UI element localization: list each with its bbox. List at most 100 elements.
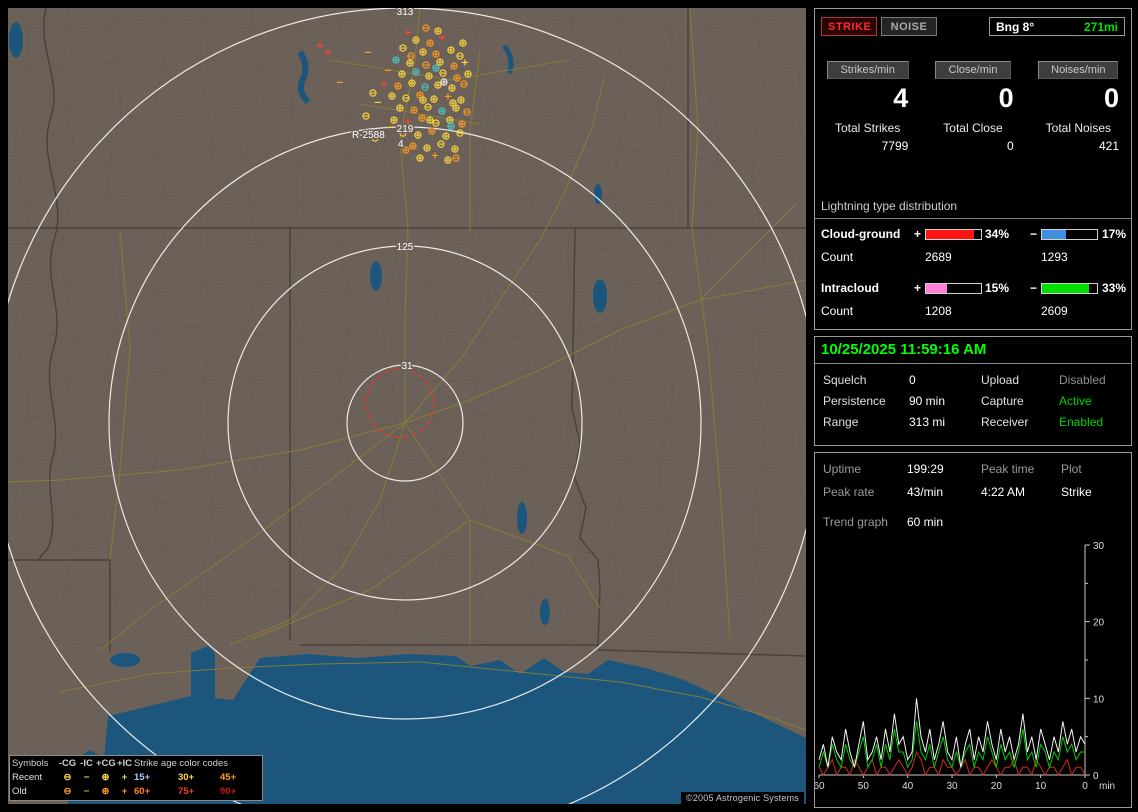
minus-icon: − bbox=[83, 772, 90, 783]
status-row: Squelch 0 Upload Disabled bbox=[815, 373, 1131, 389]
legend-row-recent: Recent bbox=[12, 772, 43, 783]
copyright: ©2005 Astrogenic Systems bbox=[681, 792, 804, 804]
strike-symbol: ⊕ bbox=[458, 37, 467, 50]
range-value: 313 mi bbox=[909, 415, 946, 429]
squelch-value: 0 bbox=[909, 373, 916, 387]
x-tick-label: 10 bbox=[1035, 781, 1047, 792]
strike-symbol: ⊕ bbox=[431, 62, 440, 75]
datetime: 10/25/2025 11:59:16 AM bbox=[821, 341, 987, 358]
map-panel[interactable]: ⊕ ⊕ + ⊖ ⊕ ⊕ ⊕ ⊖ ⊕ ⊕ ⊖ ⊕ ⊕ + − ⊕ ⊕ ⊕ ⊖ ⊕ ⊕ + ⊕ ⊕ ⊖ ⊕ ⊕ ⊖ ⊕ ⊖ ⊕ ⊕ + ⊕ − ⊕ ⊕ ⊖ ⊕ ⊕… bbox=[8, 8, 806, 804]
circle-minus-icon: ⊖ bbox=[63, 786, 72, 797]
strike-indicator[interactable]: STRIKE bbox=[821, 17, 877, 36]
peak-time-value: 4:22 AM bbox=[981, 485, 1026, 499]
strike-symbol: − bbox=[364, 48, 372, 59]
cg-positive-pct: 34% bbox=[985, 227, 1010, 241]
total-strikes-value: 7799 bbox=[881, 139, 909, 153]
counters-section: STRIKE NOISE Bng 8° 271mi Strikes/min 4 … bbox=[814, 8, 1132, 330]
cg-positive-count: 2689 bbox=[925, 250, 952, 264]
count-label: Count bbox=[821, 304, 854, 318]
cg-negative-count: 1293 bbox=[1041, 250, 1068, 264]
map-legend: Symbols -CG -IC +CG +IC Strike age color… bbox=[9, 755, 263, 801]
uptime-value: 199:29 bbox=[907, 462, 944, 476]
strike-symbol: ⊖ bbox=[368, 87, 377, 100]
trend-graph: 302010060 50 40 30 20 10 0 min bbox=[815, 541, 1115, 792]
strike-symbol: ⊖ bbox=[459, 78, 468, 91]
rate-counters: Strikes/min 4 Total Strikes 7799 Close/m… bbox=[815, 61, 1131, 153]
noises-per-min-label: Noises/min bbox=[1038, 61, 1119, 79]
circle-plus-icon: ⊕ bbox=[101, 786, 110, 797]
circle-plus-icon: ⊕ bbox=[101, 772, 110, 783]
intracloud-label: Intracloud bbox=[821, 281, 880, 295]
x-tick-label: 60 bbox=[815, 781, 825, 792]
plot-label: Plot bbox=[1061, 462, 1082, 476]
minus-sign: − bbox=[1030, 227, 1038, 241]
map[interactable]: ⊕ ⊕ +⊖ ⊕ ⊕ ⊕ ⊖⊕ ⊕ ⊖ ⊕ ⊕ +− ⊕ ⊕ ⊕ ⊖ ⊕ ⊕+ ⊕ ⊕ ⊖ ⊕ ⊕ ⊖⊕ ⊖ ⊕ ⊕ + ⊕− ⊕ ⊕ ⊖ ⊕ ⊕… bbox=[8, 8, 806, 804]
y-tick-label: 30 bbox=[1093, 541, 1105, 552]
plus-icon: + bbox=[121, 772, 128, 783]
trend-series-total-strikes bbox=[818, 698, 1086, 768]
strike-symbol: + bbox=[324, 48, 332, 59]
ic-positive-pct: 15% bbox=[985, 281, 1010, 295]
ic-positive-fill bbox=[926, 284, 948, 293]
station-label: R-2588 bbox=[352, 130, 385, 141]
total-close-value: 0 bbox=[1006, 139, 1014, 153]
distance-value: 271mi bbox=[1083, 19, 1118, 34]
peak-time-label: Peak time bbox=[981, 462, 1035, 476]
strike-symbol: + bbox=[316, 41, 324, 52]
age-90: 90+ bbox=[220, 786, 237, 797]
count-label: Count bbox=[821, 250, 854, 264]
strike-symbol: ⊕ bbox=[439, 76, 448, 89]
x-tick-label: min bbox=[1099, 781, 1115, 792]
x-tick-label: 30 bbox=[946, 781, 958, 792]
strike-symbol: + bbox=[380, 79, 388, 90]
trend-section: Uptime 199:29 Peak time Plot Peak rate 4… bbox=[814, 452, 1132, 808]
intracloud-row: Intracloud + 15% − 33% bbox=[815, 281, 1131, 297]
strike-symbol: ⊖ bbox=[361, 110, 370, 123]
y-tick-label: 20 bbox=[1093, 618, 1105, 629]
noises-column: Noises/min 0 Total Noises 421 bbox=[1026, 61, 1131, 153]
ic-negative-fill bbox=[1042, 284, 1090, 293]
strike-symbol: ⊖ bbox=[455, 127, 464, 140]
uptime-label: Uptime bbox=[823, 462, 862, 476]
ic-positive-count: 1208 bbox=[925, 304, 952, 318]
age-60: 60+ bbox=[134, 786, 151, 797]
strike-symbol: ⊖ bbox=[451, 152, 460, 165]
noise-indicator[interactable]: NOISE bbox=[881, 17, 937, 36]
total-strikes-label: Total Strikes bbox=[834, 121, 901, 135]
capture-label: Capture bbox=[981, 394, 1024, 408]
cg-negative-bar bbox=[1041, 229, 1098, 240]
legend-header-neg-cg: -CG bbox=[58, 758, 77, 769]
upload-label: Upload bbox=[981, 373, 1020, 387]
strike-symbol: ⊖ bbox=[436, 138, 445, 151]
strike-symbol: ⊕ bbox=[391, 54, 400, 67]
age-30: 30+ bbox=[178, 772, 195, 783]
distribution-title: Lightning type distribution bbox=[815, 199, 1131, 219]
legend-row-old: Old bbox=[12, 786, 27, 797]
stats-row: Trend graph 60 min bbox=[815, 515, 1131, 531]
intracloud-counts: Count 1208 2609 bbox=[815, 304, 1131, 320]
ic-negative-pct: 33% bbox=[1102, 281, 1127, 295]
trend-graph-value: 60 min bbox=[907, 515, 944, 529]
status-row: Persistence 90 min Capture Active bbox=[815, 394, 1131, 410]
y-tick-label: 10 bbox=[1093, 694, 1105, 705]
x-tick-label: 0 bbox=[1082, 781, 1088, 792]
strike-symbol: ⊕ bbox=[433, 25, 442, 38]
close-per-min-value: 0 bbox=[998, 83, 1014, 113]
legend-header-symbols: Symbols bbox=[12, 758, 49, 769]
strikes-column: Strikes/min 4 Total Strikes 7799 bbox=[815, 61, 920, 153]
stats-row: Uptime 199:29 Peak time Plot bbox=[815, 462, 1131, 478]
age-15: 15+ bbox=[134, 772, 151, 783]
upload-state: Disabled bbox=[1059, 373, 1106, 387]
age-75: 75+ bbox=[178, 786, 195, 797]
ring-distance-label: 125 bbox=[397, 242, 414, 253]
capture-state: Active bbox=[1059, 394, 1092, 408]
strike-symbol: ⊕ bbox=[446, 120, 455, 133]
x-tick-label: 40 bbox=[902, 781, 914, 792]
strike-symbol: ⊖ bbox=[406, 50, 415, 63]
minus-sign: − bbox=[1030, 281, 1038, 295]
strike-symbol: ⊖ bbox=[421, 22, 430, 35]
cg-positive-fill bbox=[926, 230, 975, 239]
trend-series-noises bbox=[818, 750, 1086, 777]
bearing-display: Bng 8° 271mi bbox=[989, 17, 1125, 36]
peak-rate-value: 43/min bbox=[907, 485, 944, 499]
